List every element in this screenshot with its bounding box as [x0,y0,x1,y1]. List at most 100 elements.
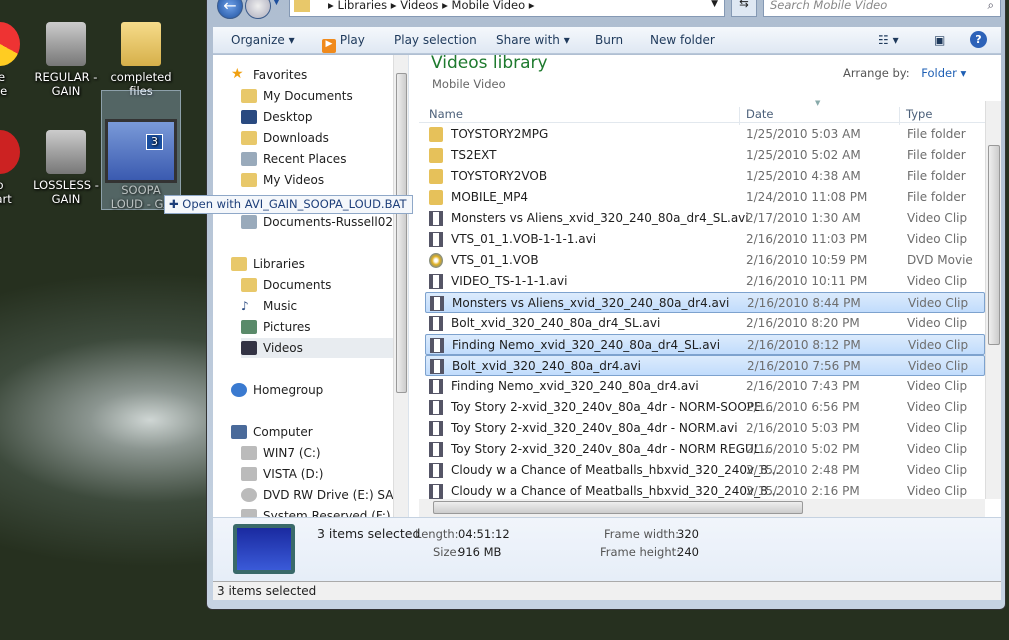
breadcrumb-libraries[interactable]: ▸ Libraries [328,0,387,12]
file-type: Video Clip [907,442,968,456]
desktop-icon-soopa-loud[interactable]: 3 SOOPA LOUD - GA [101,90,181,211]
nav-downloads[interactable]: Downloads [241,128,408,148]
file-row[interactable]: VIDEO_TS-1-1-1.avi 2/16/2010 10:11 PM Vide… [425,271,985,292]
preview-pane-icon[interactable]: ▣ [934,33,945,47]
share-with-button[interactable]: Share with ▾ [496,33,570,47]
nav-drive-c[interactable]: WIN7 (C:) [241,443,408,463]
file-type: Video Clip [907,316,968,330]
nav-recent-places[interactable]: Recent Places [241,149,408,169]
chrome-icon [0,22,20,66]
network-folder-icon [241,215,257,229]
file-name: MOBILE_MP4 [451,190,529,204]
file-name: VTS_01_1.VOB [451,253,539,267]
file-row[interactable]: Toy Story 2-xvid_320_240v_80a_4dr - NORM… [425,397,985,418]
view-options-icon[interactable]: ☷ ▾ [878,33,899,47]
hscroll-thumb[interactable] [433,501,803,514]
burn-button[interactable]: Burn [595,33,623,47]
video-file-icon [429,316,443,331]
file-row[interactable]: Toy Story 2-xvid_320_240v_80a_4dr - NORM… [425,418,985,439]
file-row[interactable]: Toy Story 2-xvid_320_240v_80a_4dr - NORM… [425,439,985,460]
breadcrumb-videos[interactable]: ▸ Videos [391,0,439,12]
nav-favorites[interactable]: ★ Favorites [231,65,401,85]
new-folder-button[interactable]: New folder [650,33,715,47]
frame-height-label: Frame height: [600,545,681,559]
column-header-date[interactable]: Date [739,107,899,125]
play-selection-button[interactable]: Play selection [394,33,477,47]
nav-desktop[interactable]: Desktop [241,107,408,127]
nav-scroll-thumb[interactable] [396,73,407,393]
file-type: Video Clip [907,211,968,225]
refresh-button[interactable]: ⇆ [731,0,757,17]
forward-button[interactable] [245,0,271,19]
file-row[interactable]: VTS_01_1.VOB 2/16/2010 10:59 PM DVD Movie [425,250,985,271]
file-row[interactable]: Finding Nemo_xvid_320_240_80a_dr4.avi 2/1… [425,376,985,397]
recent-pages-dropdown[interactable]: ▼ [273,0,280,7]
play-button[interactable]: ▶ Play [322,33,365,53]
file-name: Toy Story 2-xvid_320_240v_80a_4dr - NORM… [451,400,774,414]
nav-lib-pictures[interactable]: Pictures [241,317,408,337]
search-input[interactable]: Search Mobile Video ⌕ [763,0,1001,17]
file-row[interactable]: VTS_01_1.VOB-1-1-1.avi 2/16/2010 11:03 PM… [425,229,985,250]
help-icon[interactable]: ? [970,31,987,48]
navigation-pane: ★ Favorites My Documents Desktop Download… [213,55,409,517]
file-date: 1/24/2010 11:08 PM [746,190,868,204]
file-type: Video Clip [908,296,969,310]
frame-width-label: Frame width: [604,527,680,541]
nav-computer[interactable]: Computer [231,422,401,442]
folder-icon [429,190,443,205]
file-row[interactable]: Cloudy w a Chance of Meatballs_hbxvid_32… [425,460,985,481]
column-header-name[interactable]: Name [429,107,739,125]
recent-places-icon [241,152,257,166]
desktop-icon-completed-files[interactable]: completed files [101,22,181,98]
nav-libraries[interactable]: Libraries [231,254,401,274]
file-name: VIDEO_TS-1-1-1.avi [451,274,568,288]
file-list-hscroll[interactable] [419,499,985,517]
nav-drive-e[interactable]: DVD RW Drive (E:) SAMSU [241,485,408,505]
nav-documents-russell[interactable]: Documents-Russell02-W [241,212,408,232]
desktop-icon [241,110,257,124]
dvd-movie-icon [429,253,443,268]
file-row[interactable]: TOYSTORY2MPG 1/25/2010 5:03 AM File folder [425,124,985,145]
back-button[interactable]: ← [217,0,243,19]
desktop-icon-lossless-gain[interactable]: LOSSLESS - GAIN [26,130,106,206]
nav-lib-videos[interactable]: Videos [241,338,408,358]
file-row[interactable]: TS2EXT 1/25/2010 5:02 AM File folder [425,145,985,166]
organize-button[interactable]: Organize ▾ [231,33,295,47]
drive-icon [241,446,257,460]
address-dropdown-icon[interactable]: ▼ [711,0,718,9]
file-date: 2/16/2010 8:20 PM [746,316,860,330]
nav-lib-documents[interactable]: Documents [241,275,408,295]
file-list-vscroll[interactable] [985,101,1001,499]
breadcrumb-mobile-video[interactable]: ▸ Mobile Video ▸ [442,0,534,12]
nav-scrollbar[interactable] [393,55,408,517]
arrange-by-dropdown[interactable]: Folder ▾ [921,66,966,80]
file-row[interactable]: TOYSTORY2VOB 1/25/2010 4:38 AM File folder [425,166,985,187]
nav-drive-d[interactable]: VISTA (D:) [241,464,408,484]
file-name: VTS_01_1.VOB-1-1-1.avi [451,232,597,246]
file-date: 2/16/2010 7:43 PM [746,379,860,393]
video-file-icon [430,338,444,353]
file-row[interactable]: Finding Nemo_xvid_320_240_80a_dr4_SL.avi… [425,334,985,355]
address-bar[interactable]: ▸ Libraries ▸ Videos ▸ Mobile Video ▸ ▼ [289,0,725,17]
file-row[interactable]: Monsters vs Aliens_xvid_320_240_80a_dr4_… [425,208,985,229]
star-icon: ★ [231,66,244,82]
file-row[interactable]: MOBILE_MP4 1/24/2010 11:08 PM File folder [425,187,985,208]
nav-my-videos[interactable]: My Videos [241,170,408,190]
file-type: Video Clip [907,421,968,435]
file-row[interactable]: Monsters vs Aliens_xvid_320_240_80a_dr4.… [425,292,985,313]
file-list-scroll-thumb[interactable] [988,145,1000,345]
folder-icon [294,0,310,12]
file-row[interactable]: Bolt_xvid_320_240_80a_dr4_SL.avi 2/16/201… [425,313,985,334]
folder-icon [429,169,443,184]
plus-icon: ✚ [169,197,179,211]
documents-folder-icon [241,89,257,103]
nav-my-documents[interactable]: My Documents [241,86,408,106]
column-header-type[interactable]: Type [899,107,932,125]
nav-drive-f[interactable]: System Reserved (F:) [241,506,408,517]
desktop-icon-regular-gain[interactable]: REGULAR - GAIN [26,22,106,98]
nav-homegroup[interactable]: Homegroup [231,380,401,400]
library-title: Videos library [431,53,548,73]
nav-lib-music[interactable]: ♪ Music [241,296,408,316]
file-row[interactable]: Bolt_xvid_320_240_80a_dr4.avi 2/16/2010 7… [425,355,985,376]
file-date: 2/16/2010 8:12 PM [747,338,861,352]
